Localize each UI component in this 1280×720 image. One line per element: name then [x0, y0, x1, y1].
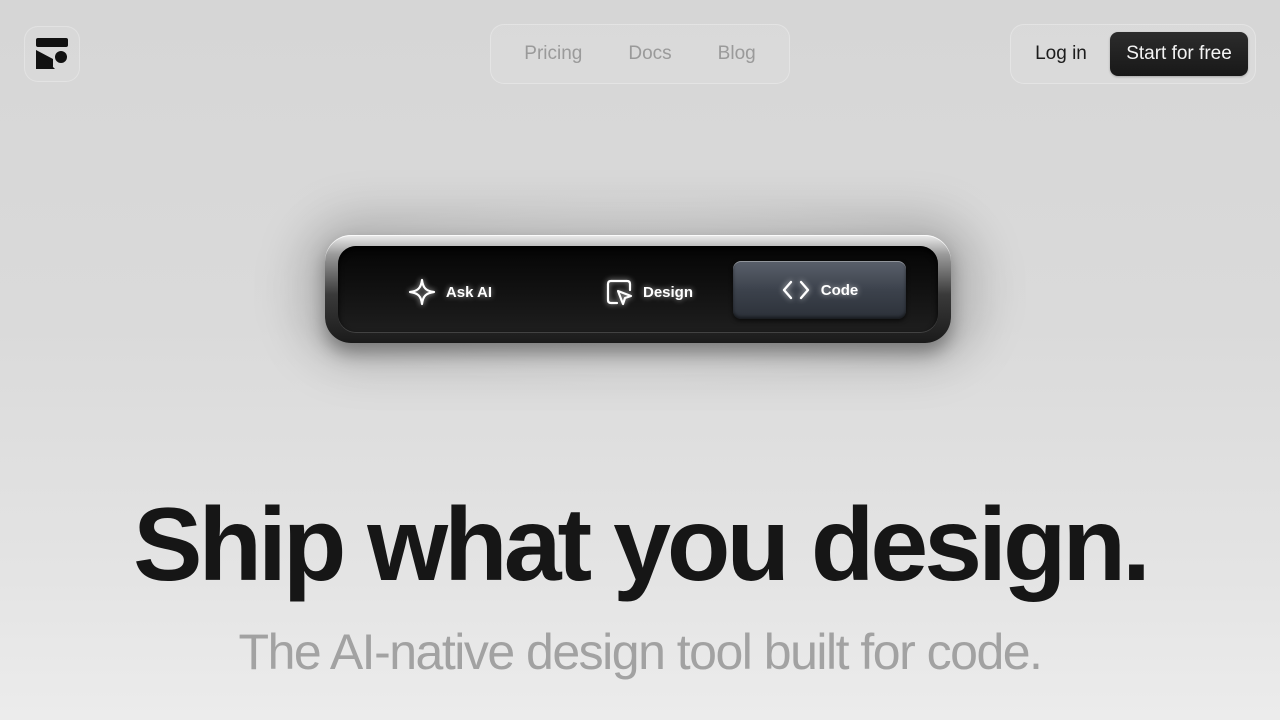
sparkle-icon [408, 278, 436, 306]
mode-design[interactable]: Design [594, 262, 704, 322]
mode-ask-ai-label: Ask AI [445, 283, 493, 301]
logo-link[interactable] [24, 26, 80, 82]
nav-link-pricing[interactable]: Pricing [501, 43, 605, 65]
start-for-free-button[interactable]: Start for free [1110, 32, 1248, 76]
hero-subheadline: The AI-native design tool built for code… [238, 624, 1043, 680]
main-nav: Pricing Docs Blog [490, 24, 790, 84]
nav-link-docs[interactable]: Docs [605, 43, 694, 65]
code-brackets-icon [782, 280, 809, 300]
mode-design-label: Design [642, 283, 693, 301]
hero-headline: Ship what you design. [133, 487, 1151, 603]
cursor-frame-icon [606, 279, 633, 306]
mode-ask-ai[interactable]: Ask AI [395, 262, 505, 322]
login-link[interactable]: Log in [1026, 32, 1096, 76]
mode-code[interactable]: Code [733, 261, 906, 319]
mode-code-label: Code [820, 281, 859, 299]
nav-link-blog[interactable]: Blog [695, 43, 779, 65]
brand-logo-icon [36, 38, 68, 69]
